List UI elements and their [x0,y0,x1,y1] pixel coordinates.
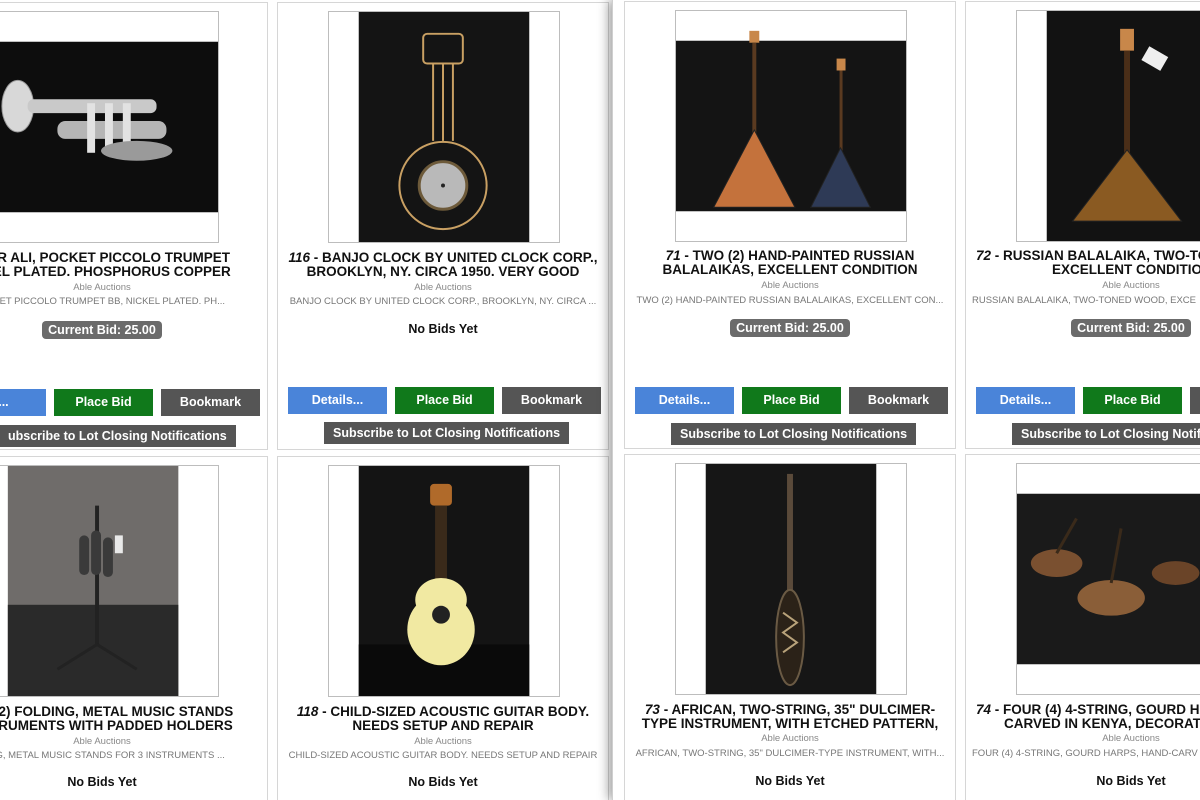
lot-card: WO(2) FOLDING, METAL MUSIC STANDS NSTRUM… [0,456,268,800]
lot-photo-dulcimer[interactable] [675,463,907,695]
lot-title-line2: EXCELLENT CONDITIO [1052,263,1200,277]
lot-photo-balalaikas[interactable] [675,10,907,242]
lot-title-text[interactable]: AFRICAN, TWO-STRING, 35" DULCIMER- [671,703,935,717]
lot-description: BANJO CLOCK BY UNITED CLOCK CORP., BROOK… [289,296,597,307]
current-bid: Current Bid: 25.00 [0,321,267,339]
lot-description: TWO (2) HAND-PAINTED RUSSIAN BALALAIKAS,… [636,295,944,306]
seller-name[interactable]: Able Auctions [966,733,1200,744]
lot-card: 71 - TWO (2) HAND-PAINTED RUSSIAN BALALA… [624,1,956,449]
lot-card: 118 - CHILD-SIZED ACOUSTIC GUITAR BODY. … [277,456,609,800]
lot-description: DING, METAL MUSIC STANDS FOR 3 INSTRUMEN… [0,750,225,761]
lot-separator: - [680,249,693,263]
lot-separator: - [310,251,322,265]
lot-title-line2: BALALAIKAS, EXCELLENT CONDITION [662,263,918,277]
lot-card: 72 - RUSSIAN BALALAIKA, TWO-TO EXCELLENT… [965,1,1200,449]
subscribe-notifications-button[interactable]: ubscribe to Lot Closing Notifications [0,425,236,447]
place-bid-button[interactable]: Place Bid [1083,387,1182,414]
lot-card: 116 - BANJO CLOCK BY UNITED CLOCK CORP.,… [277,2,609,450]
lot-number: 72 [976,249,992,263]
lot-number: 116 [288,251,310,265]
lot-photo-trumpet[interactable] [0,11,219,243]
lot-separator: - [991,249,1004,263]
lot-title-text[interactable]: BANJO CLOCK BY UNITED CLOCK CORP., [322,251,598,265]
place-bid-button[interactable]: Place Bid [54,389,153,416]
lot-description: OCKET PICCOLO TRUMPET BB, NICKEL PLATED.… [0,296,225,307]
seller-name[interactable]: Able Auctions [278,282,608,293]
lot-title-line1: 118 - CHILD-SIZED ACOUSTIC GUITAR BODY. [278,705,608,719]
bid-status: No Bids Yet [408,322,478,336]
subscribe-notifications-button[interactable]: Subscribe to Lot Closing Notifications [671,423,917,445]
lot-title-line1: 72 - RUSSIAN BALALAIKA, TWO-TO [976,249,1200,263]
lot-separator: - [991,703,1004,717]
lot-title-line2: NEEDS SETUP AND REPAIR [352,719,534,733]
lot-title-line1: 116 - BANJO CLOCK BY UNITED CLOCK CORP., [278,251,608,265]
lot-title-line1: 71 - TWO (2) HAND-PAINTED RUSSIAN [625,249,955,263]
browser-window-right: 71 - TWO (2) HAND-PAINTED RUSSIAN BALALA… [612,0,1200,800]
bid-status: No Bids Yet [408,775,478,789]
current-bid-badge: Current Bid: 25.00 [1071,319,1191,337]
seller-name[interactable]: Able Auctions [625,280,955,291]
lot-title-text[interactable]: TWO (2) HAND-PAINTED RUSSIAN [693,249,915,263]
lot-photo-gourd-harps[interactable] [1016,463,1200,695]
current-bid-badge: Current Bid: 25.00 [42,321,162,339]
lot-card: 74 - FOUR (4) 4-STRING, GOURD HA CARVED … [965,454,1200,800]
bid-status: No Bids Yet [1096,774,1166,788]
lot-title-line1: WO(2) FOLDING, METAL MUSIC STANDS [0,705,234,719]
lot-title-line1: ADIR ALI, POCKET PICCOLO TRUMPET [0,251,230,265]
lot-title-line2: NSTRUMENTS WITH PADDED HOLDERS [0,719,233,733]
seller-name[interactable]: Able Auctions [966,280,1200,291]
details-button[interactable]: ils... [0,389,46,416]
bookmark-button[interactable]: Bookmark [161,389,260,416]
place-bid-button[interactable]: Place Bid [395,387,494,414]
lot-number: 71 [665,249,681,263]
subscribe-notifications-button[interactable]: Subscribe to Lot Closing Notifications [324,422,570,444]
seller-name[interactable]: Able Auctions [0,282,267,293]
details-button[interactable]: Details... [635,387,734,414]
lot-card: ADIR ALI, POCKET PICCOLO TRUMPET CKEL PL… [0,2,268,450]
lot-title-text[interactable]: RUSSIAN BALALAIKA, TWO-TO [1003,249,1200,263]
lot-number: 73 [644,703,660,717]
lot-title-line1: 73 - AFRICAN, TWO-STRING, 35" DULCIMER- [625,703,955,717]
lot-title-line2: CARVED IN KENYA, DECORAT [1004,717,1200,731]
browser-window-left: ADIR ALI, POCKET PICCOLO TRUMPET CKEL PL… [0,0,612,800]
lot-description: FOUR (4) 4-STRING, GOURD HARPS, HAND-CAR… [972,748,1198,759]
details-button[interactable]: Details... [288,387,387,414]
place-bid-button[interactable]: Place Bid [742,387,841,414]
lot-photo-balalaika[interactable] [1016,10,1200,242]
lot-description: RUSSIAN BALALAIKA, TWO-TONED WOOD, EXCE [972,295,1196,306]
bookmark-button[interactable]: Bookmark [502,387,601,414]
seller-name[interactable]: Able Auctions [625,733,955,744]
subscribe-notifications-button[interactable]: Subscribe to Lot Closing Notifi [1012,423,1200,445]
bid-status: No Bids Yet [755,774,825,788]
lot-card: 73 - AFRICAN, TWO-STRING, 35" DULCIMER- … [624,454,956,800]
lot-description: CHILD-SIZED ACOUSTIC GUITAR BODY. NEEDS … [288,750,598,761]
lot-title-line2: CKEL PLATED. PHOSPHORUS COPPER [0,265,231,279]
lot-photo-music-stands[interactable] [0,465,219,697]
lot-description: AFRICAN, TWO-STRING, 35" DULCIMER-TYPE I… [635,748,945,759]
details-button[interactable]: Details... [976,387,1075,414]
lot-title-text[interactable]: CHILD-SIZED ACOUSTIC GUITAR BODY. [330,705,589,719]
current-bid: Current Bid: 25.00 [625,319,955,337]
lot-number: 74 [976,703,992,717]
lot-title-line1: 74 - FOUR (4) 4-STRING, GOURD HA [976,703,1200,717]
bookmark-button[interactable]: Bookmark [849,387,948,414]
lot-title-line2: BROOKLYN, NY. CIRCA 1950. VERY GOOD [306,265,580,279]
current-bid: Current Bid: 25.00 [966,319,1200,337]
seller-name[interactable]: Able Auctions [0,736,267,747]
lot-title-line2: TYPE INSTRUMENT, WITH ETCHED PATTERN, [641,717,939,731]
bid-status: No Bids Yet [67,775,137,789]
bookmark-button[interactable] [1190,387,1200,414]
lot-title-text[interactable]: FOUR (4) 4-STRING, GOURD HA [1003,703,1200,717]
lot-photo-banjo-clock[interactable] [328,11,560,243]
lot-number: 118 [296,705,319,719]
lot-separator: - [318,705,331,719]
lot-separator: - [659,703,672,717]
seller-name[interactable]: Able Auctions [278,736,608,747]
lot-photo-guitar[interactable] [328,465,560,697]
current-bid-badge: Current Bid: 25.00 [730,319,850,337]
